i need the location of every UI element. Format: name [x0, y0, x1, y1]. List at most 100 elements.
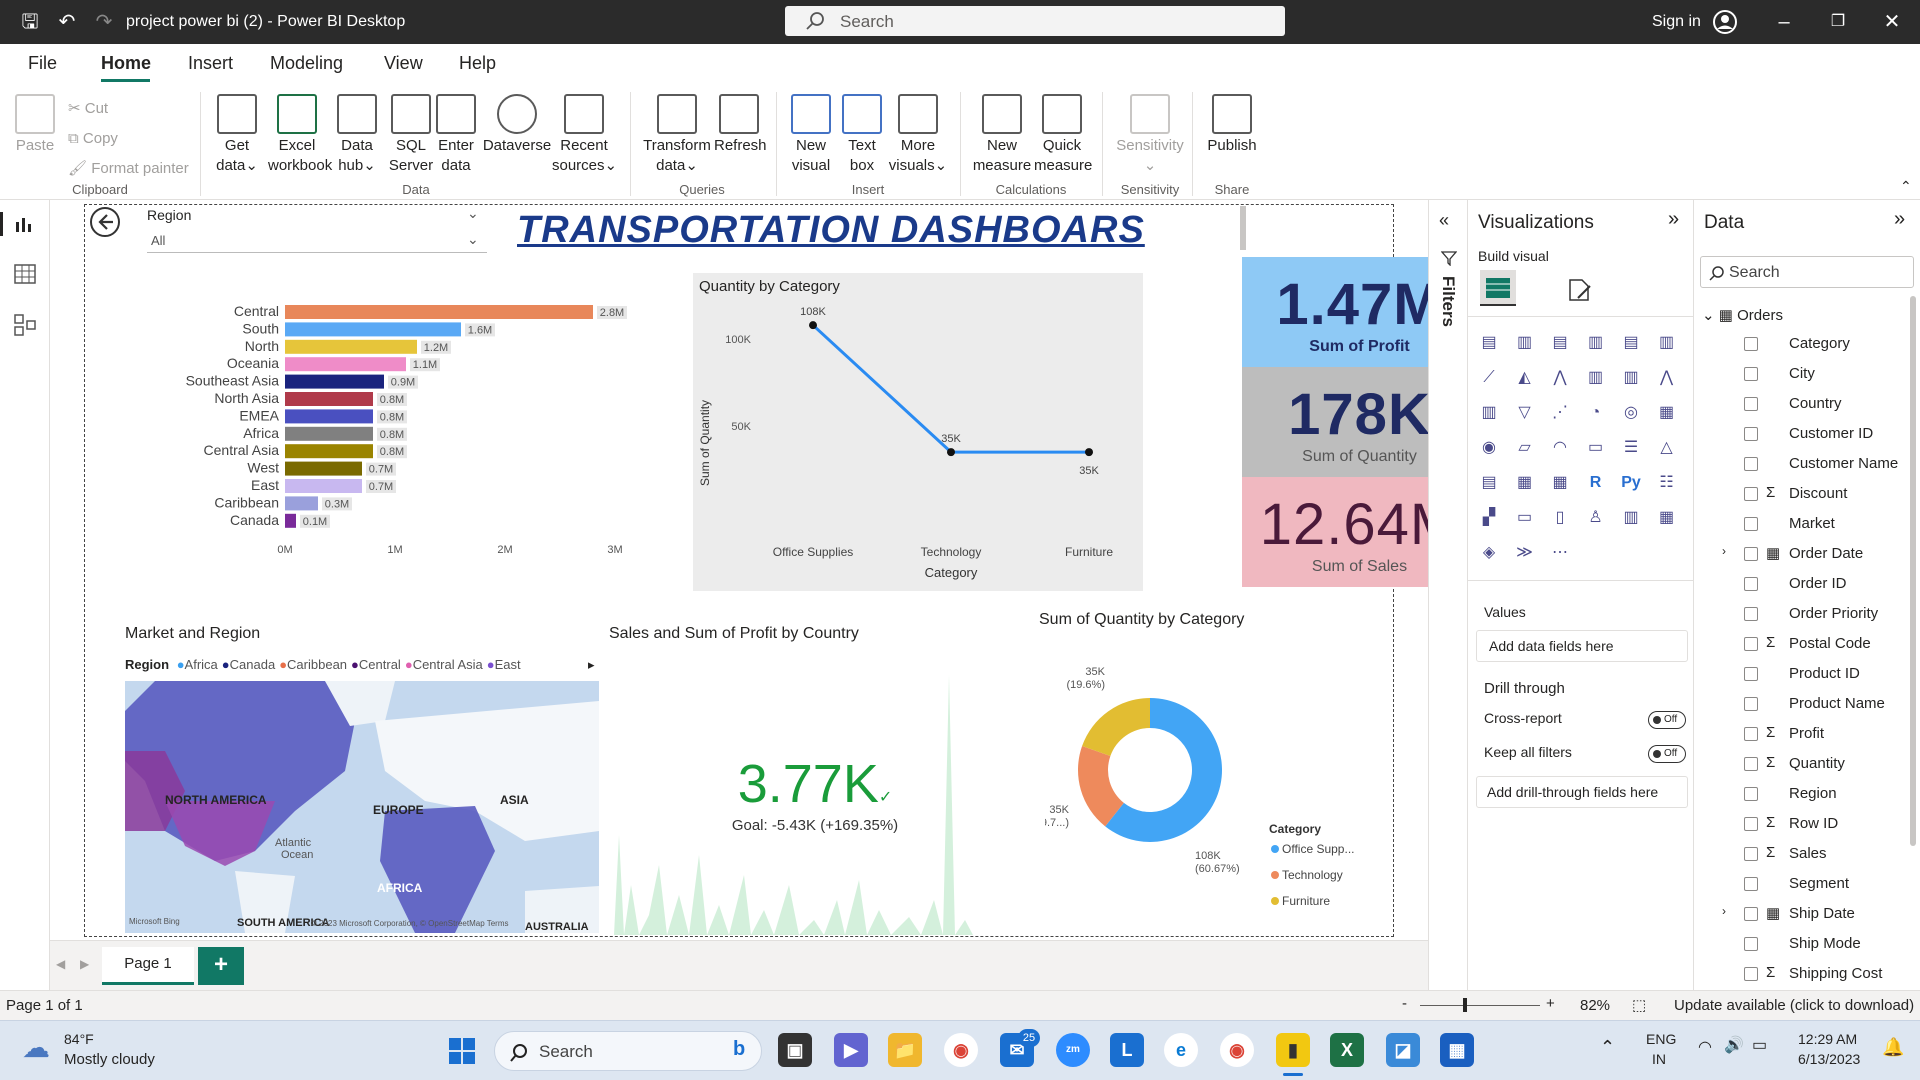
bar[interactable]	[285, 444, 373, 459]
visual-type-icon[interactable]: ▭	[1514, 507, 1536, 529]
field-item[interactable]: Market	[1694, 512, 1910, 536]
visual-type-icon[interactable]: Py	[1620, 472, 1642, 494]
visual-type-icon[interactable]: ▥	[1585, 332, 1607, 354]
visual-type-icon[interactable]: ◭	[1514, 367, 1536, 389]
field-checkbox[interactable]	[1744, 517, 1758, 531]
map-legend-item[interactable]: ●East	[487, 657, 521, 672]
field-item[interactable]: Σ Discount	[1694, 482, 1910, 506]
legend-label[interactable]: Technology	[1282, 868, 1343, 882]
transform-data-button[interactable]: Transform data⌄	[640, 94, 714, 176]
refresh-button[interactable]: Refresh	[714, 94, 767, 156]
visual-type-icon[interactable]: △	[1656, 437, 1678, 459]
bar[interactable]	[285, 305, 593, 319]
visual-type-icon[interactable]: ▤	[1620, 332, 1642, 354]
visual-type-icon[interactable]: ▤	[1478, 472, 1500, 494]
cross-report-toggle[interactable]: Off	[1648, 711, 1686, 729]
field-item[interactable]: Category	[1694, 332, 1910, 356]
cut-button[interactable]: ✂ Cut	[68, 94, 189, 124]
get-data-button[interactable]: Get data⌄	[212, 94, 262, 176]
field-checkbox[interactable]	[1744, 337, 1758, 351]
excel-icon[interactable]: X	[1330, 1033, 1364, 1067]
enter-data-button[interactable]: Enter data	[436, 94, 476, 176]
zoom-out-button[interactable]: -	[1402, 995, 1407, 1012]
field-item[interactable]: Order Priority	[1694, 602, 1910, 626]
field-item[interactable]: Σ Sales	[1694, 842, 1910, 866]
visual-type-icon[interactable]: ▞	[1478, 507, 1500, 529]
data-hub-button[interactable]: Data hub⌄	[334, 94, 380, 176]
filters-pane[interactable]: « Filters	[1428, 200, 1468, 990]
field-checkbox[interactable]	[1744, 847, 1758, 861]
field-item[interactable]: Customer Name	[1694, 452, 1910, 476]
field-checkbox[interactable]	[1744, 427, 1758, 441]
field-item[interactable]: Σ Postal Code	[1694, 632, 1910, 656]
bar[interactable]	[285, 513, 296, 528]
visual-type-icon[interactable]: ◎	[1620, 402, 1642, 424]
data-point[interactable]	[809, 321, 817, 330]
more-visuals-button[interactable]: More visuals⌄	[888, 94, 948, 176]
slicer-dropdown[interactable]: All ⌄	[147, 231, 487, 253]
region-slicer[interactable]: Region ⌄ All ⌄	[147, 205, 487, 255]
visual-type-icon[interactable]: ▥	[1620, 507, 1642, 529]
sign-in-link[interactable]: Sign in	[1652, 13, 1701, 31]
quantity-donut-chart[interactable]: 108K(60.67%)35K(19.7...)35K(19.6%)Catego…	[1045, 645, 1385, 925]
visual-type-icon[interactable]: ▥	[1656, 332, 1678, 354]
drill-through-drop-well[interactable]: Add drill-through fields here	[1476, 776, 1688, 808]
dataverse-button[interactable]: Dataverse	[482, 94, 552, 156]
field-item[interactable]: Σ Row ID	[1694, 812, 1910, 836]
visual-type-icon[interactable]: ▤	[1478, 332, 1500, 354]
menu-insert[interactable]: Insert	[188, 53, 233, 74]
visual-type-icon[interactable]: ▤	[1549, 332, 1571, 354]
field-item[interactable]: Σ Shipping Cost	[1694, 962, 1910, 986]
sales-profit-gauge[interactable]: 3.77K✓ Goal: -5.43K (+169.35%)	[705, 753, 925, 834]
legend-next-icon[interactable]: ▸	[588, 657, 595, 673]
file-explorer-icon[interactable]: 📁	[888, 1033, 922, 1067]
clock-time[interactable]: 12:29 AM	[1798, 1031, 1857, 1047]
recent-sources-button[interactable]: Recent sources⌄	[552, 94, 617, 176]
close-icon[interactable]: ✕	[1880, 10, 1904, 34]
data-search-input[interactable]: Search	[1700, 256, 1914, 288]
sensitivity-button[interactable]: Sensitivity ⌄	[1112, 94, 1188, 176]
map-legend-item[interactable]: ●Canada	[222, 657, 275, 672]
quantity-by-category-chart[interactable]: Quantity by Category 50K 100K Sum of Quanti…	[693, 273, 1143, 591]
account-icon[interactable]	[1712, 9, 1738, 35]
prev-page-icon[interactable]: ◀	[56, 957, 65, 971]
visual-type-icon[interactable]: ▦	[1514, 472, 1536, 494]
bar[interactable]	[285, 322, 461, 337]
l-app-icon[interactable]: L	[1110, 1033, 1144, 1067]
chrome-icon[interactable]: ◉	[944, 1033, 978, 1067]
map-legend-item[interactable]: ●Central	[351, 657, 401, 672]
photos-icon[interactable]: ◪	[1386, 1033, 1420, 1067]
legend-label[interactable]: Office Supp...	[1282, 842, 1355, 856]
build-visual-tab[interactable]	[1480, 270, 1516, 306]
bar[interactable]	[285, 496, 318, 511]
field-checkbox[interactable]	[1744, 787, 1758, 801]
visual-type-icon[interactable]: ▯	[1549, 507, 1571, 529]
field-item[interactable]: Country	[1694, 392, 1910, 416]
field-item[interactable]: Ship Mode	[1694, 932, 1910, 956]
show-hidden-icons[interactable]: ⌃	[1600, 1037, 1615, 1058]
menu-file[interactable]: File	[28, 53, 57, 74]
battery-icon[interactable]: ▭	[1752, 1035, 1767, 1055]
menu-modeling[interactable]: Modeling	[270, 53, 343, 74]
collapse-ribbon-icon[interactable]: ⌃	[1900, 178, 1912, 195]
minimize-icon[interactable]: –	[1772, 10, 1796, 34]
language-in[interactable]: IN	[1652, 1051, 1666, 1067]
visual-type-icon[interactable]: ▱	[1514, 437, 1536, 459]
quick-measure-button[interactable]: Quick measure	[1034, 94, 1092, 176]
zoom-slider[interactable]	[1420, 1005, 1540, 1006]
field-item[interactable]: Product Name	[1694, 692, 1910, 716]
wifi-icon[interactable]: ◠	[1698, 1037, 1712, 1057]
page-tab-1[interactable]: Page 1	[102, 947, 194, 985]
undo-icon[interactable]: ↶	[55, 10, 79, 34]
expand-filters-icon[interactable]: «	[1439, 210, 1449, 231]
field-checkbox[interactable]	[1744, 937, 1758, 951]
market-region-map[interactable]: NORTH AMERICA EUROPE ASIA AFRICA Atlanti…	[125, 681, 599, 933]
map-legend-item[interactable]: ●Caribbean	[279, 657, 347, 672]
visual-type-icon[interactable]: ⋀	[1656, 367, 1678, 389]
visual-type-icon[interactable]: R	[1585, 472, 1607, 494]
field-item[interactable]: › ▦ Order Date	[1694, 542, 1910, 566]
bar[interactable]	[285, 339, 417, 354]
visual-type-icon[interactable]: ⋀	[1549, 367, 1571, 389]
visual-type-icon[interactable]: ◈	[1478, 542, 1500, 564]
visual-type-icon[interactable]: ≫	[1514, 542, 1536, 564]
